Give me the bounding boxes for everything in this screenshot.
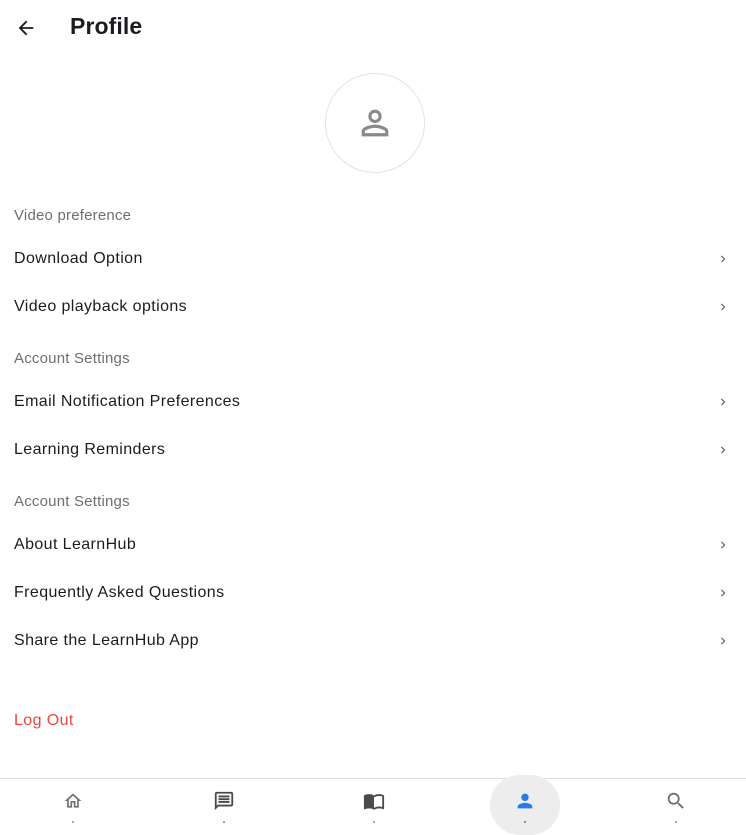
menu-item-download-option[interactable]: Download Option [0,237,746,281]
nav-indicator-dot [373,821,375,823]
app-bar: Profile [0,0,746,56]
nav-indicator-dot [223,821,225,823]
nav-indicator-dot [675,821,677,823]
menu-item-about-learnhub[interactable]: About LearnHub [0,523,746,567]
section-header-account-settings-2: Account Settings [14,493,130,510]
nav-item-profile[interactable] [450,775,600,835]
menu-item-label: Download Option [14,250,143,267]
menu-item-label: About LearnHub [14,536,137,553]
menu-item-label: Email Notification Preferences [14,393,241,410]
nav-item-home[interactable] [0,779,148,831]
back-button[interactable] [8,10,44,46]
menu-item-label: Share the LearnHub App [14,632,199,649]
nav-item-courses[interactable] [299,779,449,831]
menu-item-label: Frequently Asked Questions [14,584,225,601]
nav-item-chat[interactable] [149,779,299,831]
chevron-right-icon [721,446,726,454]
arrow-back-icon [18,20,34,36]
chevron-right-icon [721,398,726,406]
menu-item-share-app[interactable]: Share the LearnHub App [0,619,746,663]
menu-item-faq[interactable]: Frequently Asked Questions [0,571,746,615]
nav-item-search[interactable] [601,779,746,831]
avatar[interactable] [325,73,425,173]
page-title: Profile [70,13,143,39]
chat-icon [214,791,234,811]
menu-item-video-playback-options[interactable]: Video playback options [0,285,746,329]
nav-indicator-dot [524,821,526,823]
chevron-right-icon [721,303,726,311]
menu-item-label: Learning Reminders [14,441,166,458]
chevron-right-icon [721,541,726,549]
chevron-right-icon [721,637,726,645]
person-icon [517,793,533,809]
logout-button[interactable]: Log Out [14,712,74,730]
menu-item-email-notification-preferences[interactable]: Email Notification Preferences [0,380,746,424]
nav-indicator-dot [72,821,74,823]
chevron-right-icon [721,255,726,263]
menu-item-learning-reminders[interactable]: Learning Reminders [0,428,746,472]
chevron-right-icon [721,589,726,597]
menu-item-label: Video playback options [14,298,188,315]
person-outline-icon [361,109,389,137]
search-icon [667,792,684,809]
home-icon [64,793,82,808]
section-header-video-preference: Video preference [14,207,132,224]
section-header-account-settings: Account Settings [14,350,130,367]
book-icon [363,794,385,810]
bottom-navigation [0,775,746,835]
